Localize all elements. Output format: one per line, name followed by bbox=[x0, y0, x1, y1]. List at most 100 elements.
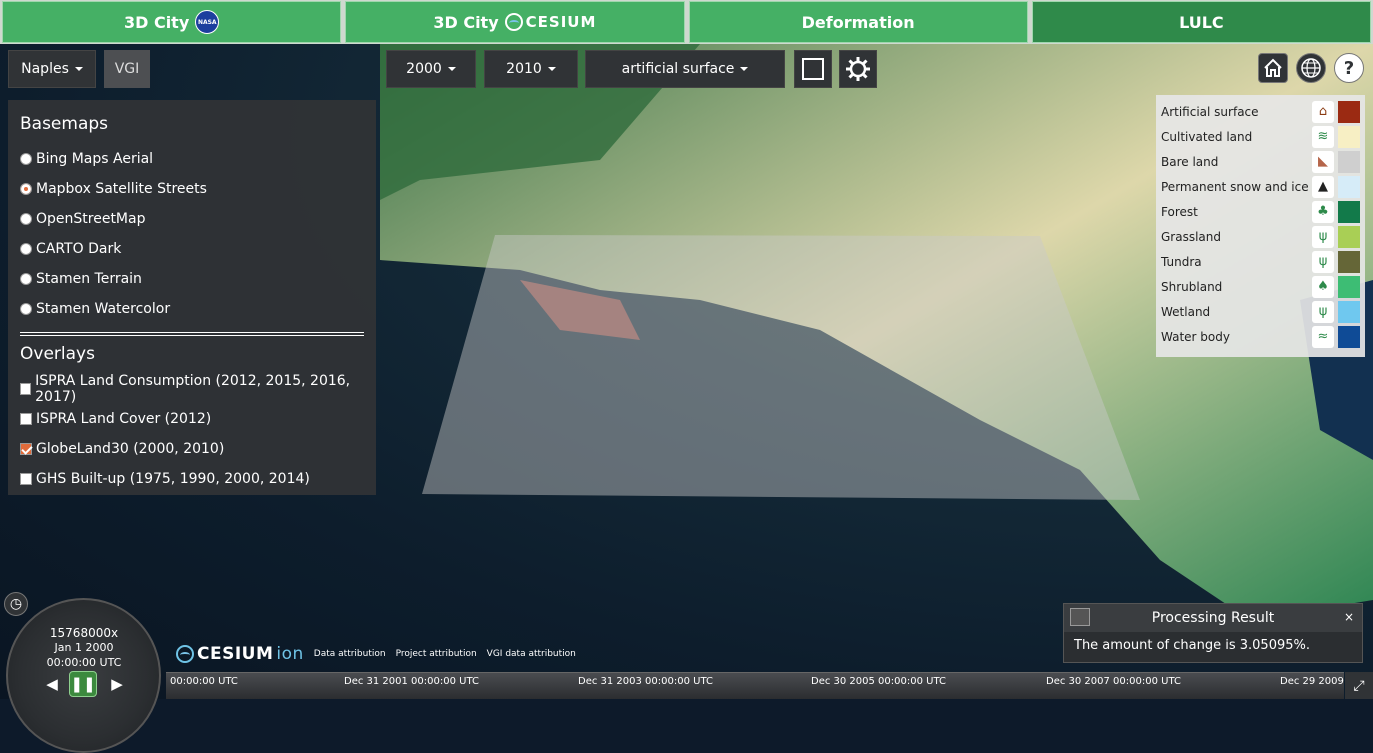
legend-swatch bbox=[1338, 100, 1360, 123]
tab-3d-city-nasa[interactable]: 3D City NASA bbox=[2, 1, 342, 43]
legend-label: Water body bbox=[1161, 329, 1230, 344]
basemap-label: CARTO Dark bbox=[36, 241, 122, 257]
animation-date: Jan 1 2000 bbox=[54, 641, 114, 654]
close-icon[interactable]: × bbox=[1344, 610, 1354, 624]
animation-time: 00:00:00 UTC bbox=[46, 656, 122, 669]
radio-button[interactable] bbox=[20, 243, 32, 255]
scene-mode-button[interactable] bbox=[1296, 53, 1326, 83]
legend-row: Wetland ψ bbox=[1161, 299, 1360, 324]
settings-button[interactable] bbox=[839, 50, 877, 88]
timeline-tick: Dec 29 2009 bbox=[1280, 676, 1344, 687]
credits-bar: CESIUM ion Data attribution Project attr… bbox=[176, 644, 576, 664]
draw-rectangle-button[interactable] bbox=[794, 50, 832, 88]
overlay-option[interactable]: GHS Built-up (1975, 1990, 2000, 2014) bbox=[20, 464, 364, 494]
radio-button[interactable] bbox=[20, 303, 32, 315]
home-button[interactable] bbox=[1258, 53, 1288, 83]
cesium-ring-icon bbox=[176, 645, 194, 663]
chevron-down-icon bbox=[740, 67, 749, 71]
chevron-down-icon bbox=[74, 67, 83, 71]
legend-swatch bbox=[1338, 175, 1360, 198]
timeline-tick: 00:00:00 UTC bbox=[170, 676, 238, 687]
data-attribution-link[interactable]: Data attribution bbox=[314, 649, 386, 659]
vgi-data-attribution-link[interactable]: VGI data attribution bbox=[487, 649, 576, 659]
help-button[interactable]: ? bbox=[1334, 53, 1364, 83]
basemap-label: Bing Maps Aerial bbox=[36, 151, 154, 167]
basemap-option[interactable]: Stamen Terrain bbox=[20, 264, 364, 294]
clock-button[interactable]: ◷ bbox=[4, 592, 28, 616]
city-dropdown-value: Naples bbox=[21, 61, 69, 77]
basemap-list: Bing Maps Aerial Mapbox Satellite Streets… bbox=[20, 144, 364, 324]
basemap-label: Stamen Terrain bbox=[36, 271, 142, 287]
timeline-bar[interactable]: 00:00:00 UTC Dec 31 2001 00:00:00 UTC De… bbox=[166, 672, 1344, 699]
cesium-ion-logo-text: CESIUM bbox=[197, 644, 274, 664]
checkbox[interactable] bbox=[20, 473, 32, 485]
tree-icon: ♣ bbox=[1312, 200, 1334, 223]
overlay-label: ISPRA Land Cover (2012) bbox=[36, 411, 212, 427]
basemap-label: Stamen Watercolor bbox=[36, 301, 171, 317]
basemap-option[interactable]: CARTO Dark bbox=[20, 234, 364, 264]
chevron-down-icon bbox=[447, 67, 456, 71]
tab-label: Deformation bbox=[801, 12, 915, 32]
legend-row: Shrubland ♠ bbox=[1161, 274, 1360, 299]
cesium-ion-logo[interactable]: CESIUM ion bbox=[176, 644, 304, 664]
vgi-button[interactable]: VGI bbox=[104, 50, 150, 88]
tab-3d-city-cesium[interactable]: 3D City CESIUM bbox=[345, 1, 685, 43]
toast-title: Processing Result bbox=[1151, 610, 1275, 626]
play-forward-button[interactable]: ▶ bbox=[103, 671, 131, 697]
basemap-option[interactable]: OpenStreetMap bbox=[20, 204, 364, 234]
tab-lulc[interactable]: LULC bbox=[1031, 1, 1371, 43]
overlay-option[interactable]: ISPRA Land Cover (2012) bbox=[20, 404, 364, 434]
overlay-option[interactable]: ISPRA Land Consumption (2012, 2015, 2016… bbox=[20, 373, 364, 405]
home-icon bbox=[1264, 58, 1282, 77]
fullscreen-button[interactable]: ⤢ bbox=[1345, 672, 1373, 699]
tab-label: 3D City bbox=[433, 12, 499, 32]
checkbox[interactable] bbox=[20, 443, 32, 455]
shrub-icon: ♠ bbox=[1312, 275, 1334, 298]
gear-icon bbox=[846, 57, 870, 81]
layers-panel: Basemaps Bing Maps Aerial Mapbox Satellit… bbox=[8, 100, 376, 495]
year-to-dropdown[interactable]: 2010 bbox=[484, 50, 578, 88]
year-from-dropdown[interactable]: 2000 bbox=[386, 50, 476, 88]
project-attribution-link[interactable]: Project attribution bbox=[396, 649, 477, 659]
radio-button[interactable] bbox=[20, 183, 32, 195]
legend-label: Wetland bbox=[1161, 304, 1211, 319]
legend-row: Tundra ψ bbox=[1161, 249, 1360, 274]
basemap-label: Mapbox Satellite Streets bbox=[36, 181, 207, 197]
legend-swatch bbox=[1338, 225, 1360, 248]
radio-button[interactable] bbox=[20, 153, 32, 165]
wetland-icon: ψ bbox=[1312, 300, 1334, 323]
city-dropdown[interactable]: Naples bbox=[8, 50, 96, 88]
land-class-dropdown[interactable]: artificial surface bbox=[585, 50, 785, 88]
play-reverse-icon: ◀ bbox=[46, 675, 58, 693]
pause-icon: ❚❚ bbox=[70, 675, 96, 693]
land-cover-legend: Artificial surface ⌂ Cultivated land ≋ Bare … bbox=[1156, 95, 1365, 357]
basemap-label: OpenStreetMap bbox=[36, 211, 146, 227]
overlays-heading: Overlays bbox=[20, 344, 95, 364]
tundra-icon: ψ bbox=[1312, 250, 1334, 273]
legend-swatch bbox=[1338, 300, 1360, 323]
checkbox[interactable] bbox=[20, 413, 32, 425]
checkbox[interactable] bbox=[20, 383, 32, 395]
processing-result-toast: Processing Result × The amount of change… bbox=[1063, 603, 1363, 663]
legend-label: Shrubland bbox=[1161, 279, 1223, 294]
legend-label: Artificial surface bbox=[1161, 104, 1259, 119]
legend-swatch bbox=[1338, 275, 1360, 298]
basemap-option[interactable]: Stamen Watercolor bbox=[20, 294, 364, 324]
tab-label: 3D City bbox=[123, 12, 190, 32]
panel-divider bbox=[20, 332, 364, 336]
land-class-value: artificial surface bbox=[621, 61, 735, 77]
pause-button[interactable]: ❚❚ bbox=[69, 671, 97, 697]
legend-swatch bbox=[1338, 250, 1360, 273]
play-reverse-button[interactable]: ◀ bbox=[38, 671, 66, 697]
radio-button[interactable] bbox=[20, 213, 32, 225]
overlay-option[interactable]: GlobeLand30 (2000, 2010) bbox=[20, 434, 364, 464]
square-icon bbox=[802, 58, 824, 80]
radio-button[interactable] bbox=[20, 273, 32, 285]
basemap-option[interactable]: Bing Maps Aerial bbox=[20, 144, 364, 174]
globe-icon bbox=[1301, 58, 1321, 78]
legend-swatch bbox=[1338, 200, 1360, 223]
tab-deformation[interactable]: Deformation bbox=[688, 1, 1028, 43]
animation-speed: 15768000x bbox=[49, 626, 119, 640]
basemap-option[interactable]: Mapbox Satellite Streets bbox=[20, 174, 364, 204]
legend-row: Forest ♣ bbox=[1161, 199, 1360, 224]
